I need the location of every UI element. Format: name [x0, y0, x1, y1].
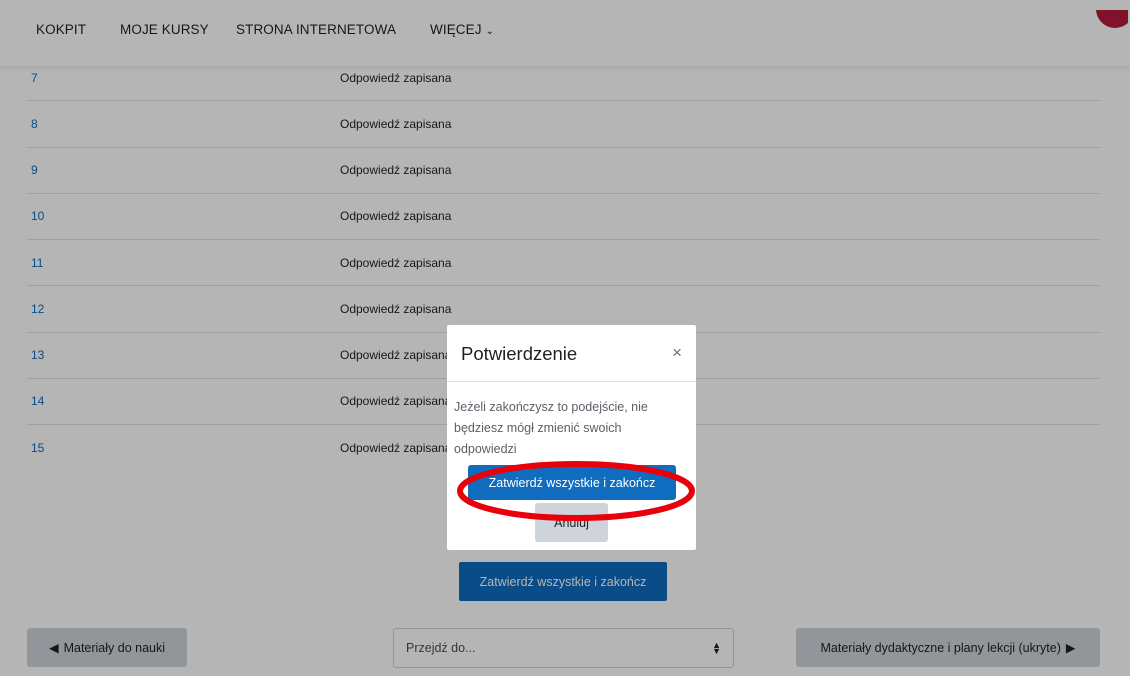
- cancel-button[interactable]: Anuluj: [535, 503, 608, 542]
- modal-header: Potwierdzenie ×: [447, 325, 696, 382]
- confirmation-modal: Potwierdzenie × Jeżeli zakończysz to pod…: [447, 325, 696, 550]
- modal-body-text: Jeżeli zakończysz to podejście, nie będz…: [454, 400, 648, 456]
- close-icon[interactable]: ×: [672, 343, 682, 363]
- modal-title: Potwierdzenie: [461, 343, 578, 364]
- confirm-submit-all-button[interactable]: Zatwierdź wszystkie i zakończ: [468, 465, 676, 500]
